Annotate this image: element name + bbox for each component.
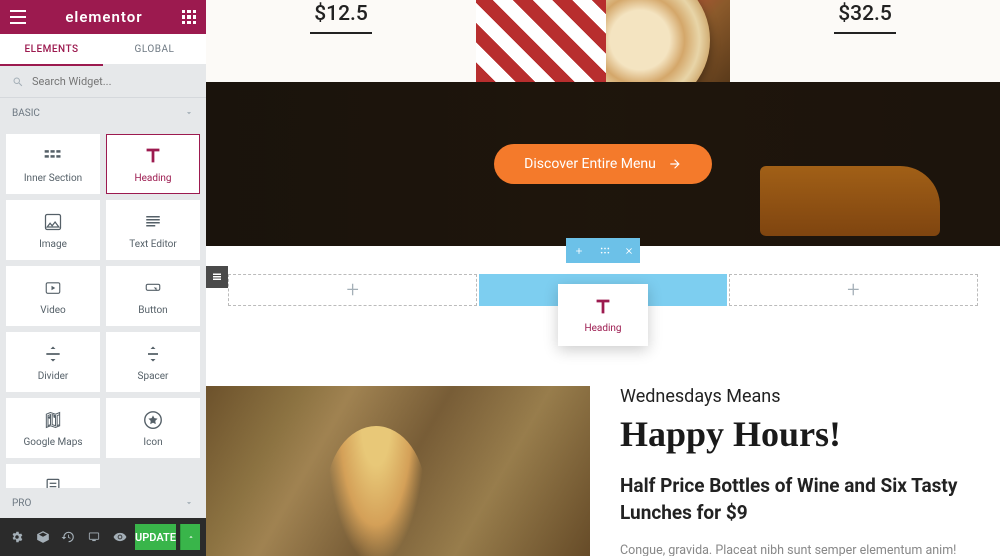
- button-label: Discover Entire Menu: [524, 156, 656, 172]
- widget-grid: Inner Section Heading Image Text Editor …: [0, 128, 206, 488]
- search-input[interactable]: [32, 75, 194, 88]
- map-icon: [42, 409, 64, 431]
- panel-tabs: ELEMENTS GLOBAL: [0, 34, 206, 66]
- content-text: Wednesdays Means Happy Hours! Half Price…: [590, 386, 1000, 556]
- widget-label: Spacer: [138, 371, 169, 382]
- responsive-button[interactable]: [83, 525, 105, 549]
- divider-line: [834, 32, 896, 34]
- widget-inner-section[interactable]: Inner Section: [6, 134, 100, 194]
- divider-icon: [42, 343, 64, 365]
- widget-button[interactable]: Button: [106, 266, 200, 326]
- widget-spacer[interactable]: Spacer: [106, 332, 200, 392]
- drop-section: + + Heading: [206, 246, 1000, 306]
- column-3[interactable]: +: [729, 274, 978, 306]
- preview-button[interactable]: [109, 525, 131, 549]
- tab-global[interactable]: GLOBAL: [103, 34, 206, 64]
- body-text: Congue, gravida. Placeat nibh sunt sempe…: [620, 540, 970, 556]
- panel-footer: UPDATE: [0, 518, 206, 556]
- subtitle: Wednesdays Means: [620, 386, 970, 407]
- category-label: BASIC: [12, 108, 40, 119]
- section-handle: [566, 238, 640, 263]
- menu-icon[interactable]: [10, 10, 26, 24]
- panel-header: elementor: [0, 0, 206, 34]
- price-row: $12.5 $32.5: [206, 0, 1000, 82]
- plus-icon: +: [847, 278, 859, 303]
- grid-icon[interactable]: [182, 10, 196, 24]
- widget-label: Text Editor: [129, 239, 176, 250]
- widget-wpforms[interactable]: WPForms: [6, 464, 100, 488]
- food-image: [476, 0, 730, 82]
- widget-image[interactable]: Image: [6, 200, 100, 260]
- widget-text-editor[interactable]: Text Editor: [106, 200, 200, 260]
- heading-icon: [592, 296, 614, 318]
- restaurant-image: [206, 386, 590, 556]
- widget-label: Icon: [143, 437, 162, 448]
- text-editor-icon: [142, 211, 164, 233]
- video-icon: [42, 277, 64, 299]
- widget-label: Divider: [38, 371, 69, 382]
- spacer-icon: [142, 343, 164, 365]
- chevron-down-icon: [184, 498, 194, 508]
- category-basic[interactable]: BASIC: [0, 98, 206, 128]
- columns-icon: [42, 145, 64, 167]
- heading: Half Price Bottles of Wine and Six Tasty…: [620, 473, 970, 526]
- arrow-right-icon: [668, 157, 682, 171]
- widget-heading[interactable]: Heading: [106, 134, 200, 194]
- navigator-button[interactable]: [32, 525, 54, 549]
- category-pro[interactable]: PRO: [0, 488, 206, 518]
- update-options-button[interactable]: [180, 524, 200, 550]
- add-section-button[interactable]: [566, 238, 592, 263]
- widget-label: Heading: [134, 173, 171, 184]
- elementor-panel: elementor ELEMENTS GLOBAL BASIC Inner Se…: [0, 0, 206, 556]
- plus-icon: +: [346, 278, 358, 303]
- star-icon: [142, 409, 164, 431]
- title: Happy Hours!: [620, 413, 970, 455]
- preview-canvas: $12.5 $32.5 Discover Entire Menu + +: [206, 0, 1000, 556]
- logo: elementor: [26, 8, 182, 26]
- divider-line: [310, 32, 372, 34]
- section-columns: + + Heading: [206, 274, 1000, 306]
- delete-section-button[interactable]: [618, 238, 640, 263]
- widget-label: Image: [39, 239, 67, 250]
- search-icon: [12, 76, 24, 88]
- image-icon: [42, 211, 64, 233]
- search-bar: [0, 66, 206, 98]
- content-row: Wednesdays Means Happy Hours! Half Price…: [206, 386, 1000, 556]
- settings-button[interactable]: [6, 525, 28, 549]
- history-button[interactable]: [58, 525, 80, 549]
- widget-divider[interactable]: Divider: [6, 332, 100, 392]
- price-box-2: $32.5: [730, 0, 1000, 82]
- price-2: $32.5: [838, 2, 892, 26]
- ghost-label: Heading: [584, 323, 621, 334]
- chevron-down-icon: [184, 108, 194, 118]
- price-1: $12.5: [314, 2, 368, 26]
- widget-label: Video: [40, 305, 65, 316]
- widget-label: Button: [138, 305, 167, 316]
- category-label: PRO: [12, 498, 31, 509]
- widget-video[interactable]: Video: [6, 266, 100, 326]
- update-button[interactable]: UPDATE: [135, 524, 176, 550]
- heading-icon: [142, 145, 164, 167]
- discover-menu-button[interactable]: Discover Entire Menu: [494, 144, 712, 184]
- widget-icon[interactable]: Icon: [106, 398, 200, 458]
- button-icon: [142, 277, 164, 299]
- price-box-1: $12.5: [206, 0, 476, 82]
- widget-label: Google Maps: [24, 437, 83, 448]
- edit-section-button[interactable]: [592, 238, 618, 263]
- widget-google-maps[interactable]: Google Maps: [6, 398, 100, 458]
- tab-elements[interactable]: ELEMENTS: [0, 34, 103, 66]
- hero-row: Discover Entire Menu: [206, 82, 1000, 246]
- widget-label: Inner Section: [24, 173, 82, 184]
- dragging-widget-ghost: Heading: [558, 284, 648, 346]
- form-icon: [42, 475, 64, 489]
- column-1[interactable]: +: [228, 274, 477, 306]
